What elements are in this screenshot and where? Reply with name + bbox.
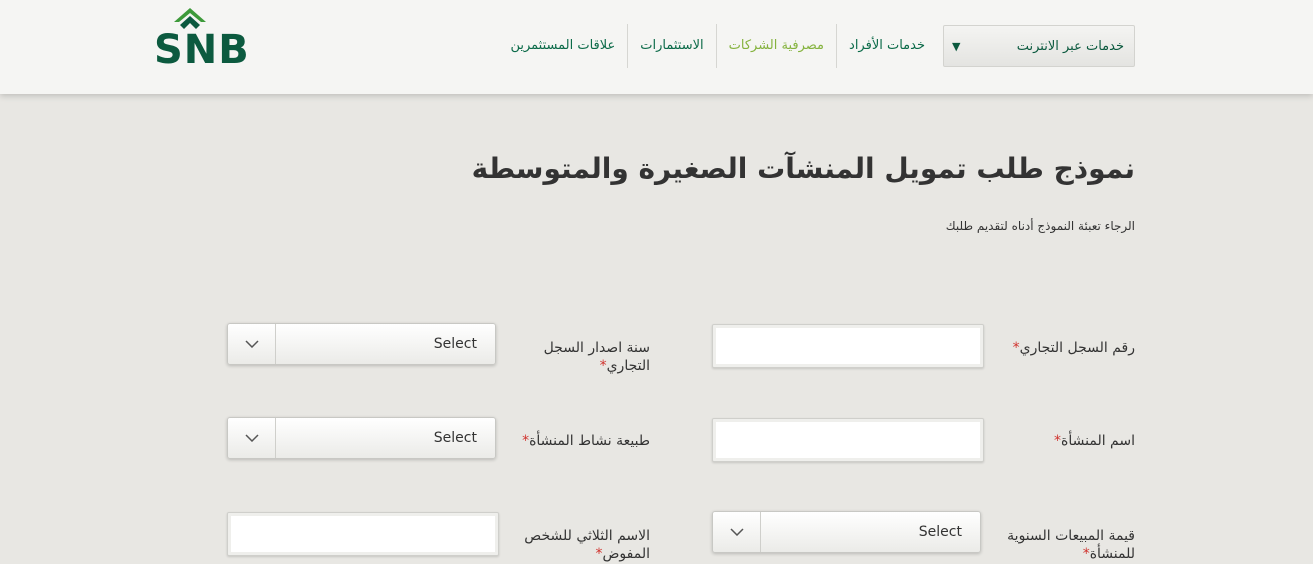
required-mark: * <box>595 546 603 562</box>
authorized-name-input[interactable] <box>227 512 499 556</box>
annual-sales-arrow <box>713 512 761 552</box>
activity-type-label-text: طبيعة نشاط المنشأة <box>529 433 650 449</box>
site-header: SNB خدمات عبر الانترنت ▼ خدمات الأفراد م… <box>0 0 1313 94</box>
activity-type-value: Select <box>433 430 477 446</box>
nav-item-personal[interactable]: خدمات الأفراد <box>836 24 937 68</box>
annual-sales-label: قيمة المبيعات السنوية للمنشأة* <box>985 527 1135 563</box>
commercial-reg-input[interactable] <box>712 324 984 368</box>
main-nav: خدمات عبر الانترنت ▼ خدمات الأفراد مصرفي… <box>498 24 1135 68</box>
online-services-label: خدمات عبر الانترنت <box>1016 38 1124 54</box>
snb-logo[interactable]: SNB <box>154 8 268 70</box>
activity-type-arrow <box>228 418 276 458</box>
reg-year-arrow <box>228 324 276 364</box>
establishment-name-label: اسم المنشأة* <box>995 432 1135 450</box>
chevron-down-icon <box>244 434 259 442</box>
authorized-name-label-text: الاسم الثلاثي للشخص المفوض <box>524 528 650 562</box>
required-mark: * <box>1012 340 1020 356</box>
annual-sales-select[interactable]: Select <box>712 511 981 553</box>
annual-sales-label-text: قيمة المبيعات السنوية للمنشأة <box>1007 528 1135 562</box>
reg-year-value: Select <box>433 336 477 352</box>
reg-year-label: سنة اصدار السجل التجاري* <box>506 339 650 375</box>
commercial-reg-label-text: رقم السجل التجاري <box>1019 340 1135 356</box>
page-subtitle: الرجاء تعبئة النموذج أدناه لتقديم طلبك <box>945 219 1135 233</box>
activity-type-label: طبيعة نشاط المنشأة* <box>500 432 650 450</box>
commercial-reg-label: رقم السجل التجاري* <box>995 339 1135 357</box>
establishment-name-label-text: اسم المنشأة <box>1061 433 1135 449</box>
required-mark: * <box>1054 433 1062 449</box>
page-title: نموذج طلب تمويل المنشآت الصغيرة والمتوسط… <box>471 152 1135 185</box>
required-mark: * <box>599 358 607 374</box>
reg-year-label-text: سنة اصدار السجل التجاري <box>543 340 650 374</box>
reg-year-select[interactable]: Select <box>227 323 496 365</box>
authorized-name-label: الاسم الثلاثي للشخص المفوض* <box>520 527 650 563</box>
activity-type-select[interactable]: Select <box>227 417 496 459</box>
chevron-down-icon <box>729 528 744 536</box>
required-mark: * <box>1082 546 1090 562</box>
dropdown-arrow-icon: ▼ <box>952 39 961 53</box>
nav-item-corporate[interactable]: مصرفية الشركات <box>715 24 836 68</box>
annual-sales-value: Select <box>918 524 962 540</box>
establishment-name-input[interactable] <box>712 418 984 462</box>
nav-item-investor-relations[interactable]: علاقات المستثمرين <box>498 24 627 68</box>
chevron-down-icon <box>244 340 259 348</box>
logo-text: SNB <box>154 27 250 73</box>
nav-item-investments[interactable]: الاستثمارات <box>627 24 715 68</box>
online-services-dropdown[interactable]: خدمات عبر الانترنت ▼ <box>943 25 1135 67</box>
